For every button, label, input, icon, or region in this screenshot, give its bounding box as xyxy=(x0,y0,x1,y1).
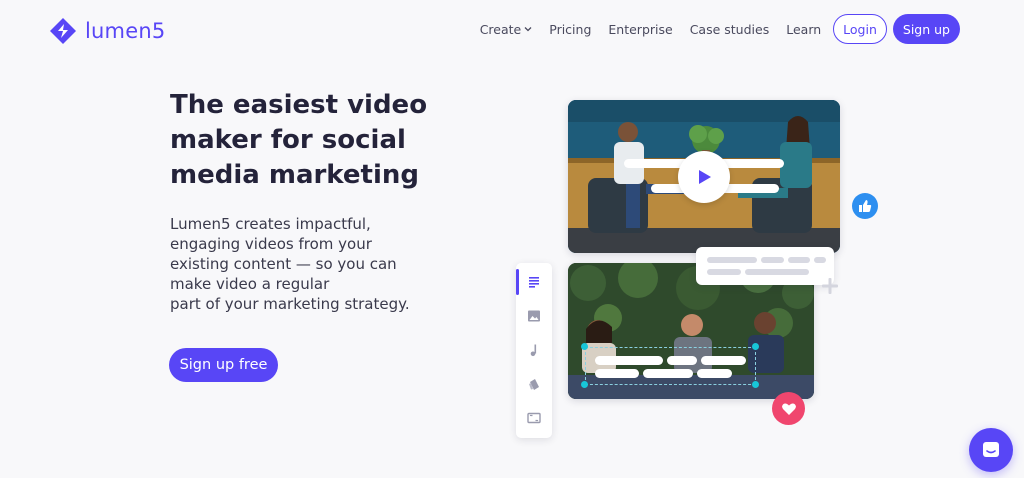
caption-line xyxy=(667,356,697,365)
play-button[interactable] xyxy=(678,151,730,203)
login-button[interactable]: Login xyxy=(833,14,887,44)
music-icon xyxy=(530,344,537,357)
caption-line xyxy=(595,369,639,378)
text-icon xyxy=(529,277,539,288)
nav-learn[interactable]: Learn xyxy=(786,22,821,37)
signup-button[interactable]: Sign up xyxy=(892,14,960,44)
style-icon xyxy=(529,379,539,390)
hero-title-line: The easiest video xyxy=(170,90,428,120)
chevron-down-icon xyxy=(524,27,532,32)
signup-free-button[interactable]: Sign up free xyxy=(169,348,278,382)
caption-line xyxy=(595,356,663,365)
placeholder-line xyxy=(707,257,757,263)
image-icon xyxy=(528,310,540,322)
tool-text[interactable] xyxy=(516,265,552,299)
nav-enterprise[interactable]: Enterprise xyxy=(608,22,672,37)
chat-icon xyxy=(983,442,999,457)
placeholder-line xyxy=(788,257,810,263)
placeholder-line xyxy=(814,257,826,263)
placeholder-line xyxy=(707,269,741,275)
hero-subtitle: Lumen5 creates impactful, engaging video… xyxy=(170,214,430,314)
tool-media[interactable] xyxy=(516,299,552,333)
tool-style[interactable] xyxy=(516,367,552,401)
chat-launcher-button[interactable] xyxy=(969,428,1013,472)
hero-title-line: maker for social xyxy=(170,125,406,155)
main-nav: Create Pricing Enterprise Case studies L… xyxy=(480,14,960,44)
nav-case-studies[interactable]: Case studies xyxy=(690,22,770,37)
resize-handle[interactable] xyxy=(581,381,588,388)
placeholder-line xyxy=(745,269,809,275)
hero-subtitle-line: make video a regular xyxy=(170,275,330,293)
script-text-card xyxy=(696,247,834,285)
caption-line xyxy=(697,369,732,378)
caption-line xyxy=(643,369,693,378)
tool-music[interactable] xyxy=(516,333,552,367)
thumbs-up-icon xyxy=(859,200,872,212)
hero-subtitle-line: existing content — so you can xyxy=(170,255,397,273)
heart-icon xyxy=(781,403,796,415)
logo[interactable]: lumen5 xyxy=(49,17,165,45)
aspect-ratio-icon xyxy=(527,412,541,424)
resize-handle[interactable] xyxy=(581,343,588,350)
hero-title: The easiest video maker for social media… xyxy=(170,88,440,193)
lumen5-logo-icon xyxy=(50,18,76,44)
resize-handle[interactable] xyxy=(752,343,759,350)
hero-title-line: media marketing xyxy=(170,160,419,190)
resize-handle[interactable] xyxy=(752,381,759,388)
play-icon xyxy=(699,170,711,184)
plus-icon[interactable] xyxy=(821,277,839,295)
hero-subtitle-line: part of your marketing strategy. xyxy=(170,295,410,313)
placeholder-line xyxy=(761,257,784,263)
nav-create[interactable]: Create xyxy=(480,22,533,37)
tool-aspect-ratio[interactable] xyxy=(516,401,552,435)
brand-name: lumen5 xyxy=(85,19,166,43)
editor-toolbar xyxy=(516,263,552,438)
heart-badge xyxy=(772,392,805,425)
nav-pricing[interactable]: Pricing xyxy=(549,22,591,37)
hero-subtitle-line: engaging videos from your xyxy=(170,235,372,253)
caption-line xyxy=(701,356,746,365)
hero-subtitle-line: Lumen5 creates impactful, xyxy=(170,215,371,233)
nav-create-label: Create xyxy=(479,21,522,37)
thumbs-up-badge xyxy=(852,193,878,219)
text-selection-box[interactable] xyxy=(585,347,756,385)
